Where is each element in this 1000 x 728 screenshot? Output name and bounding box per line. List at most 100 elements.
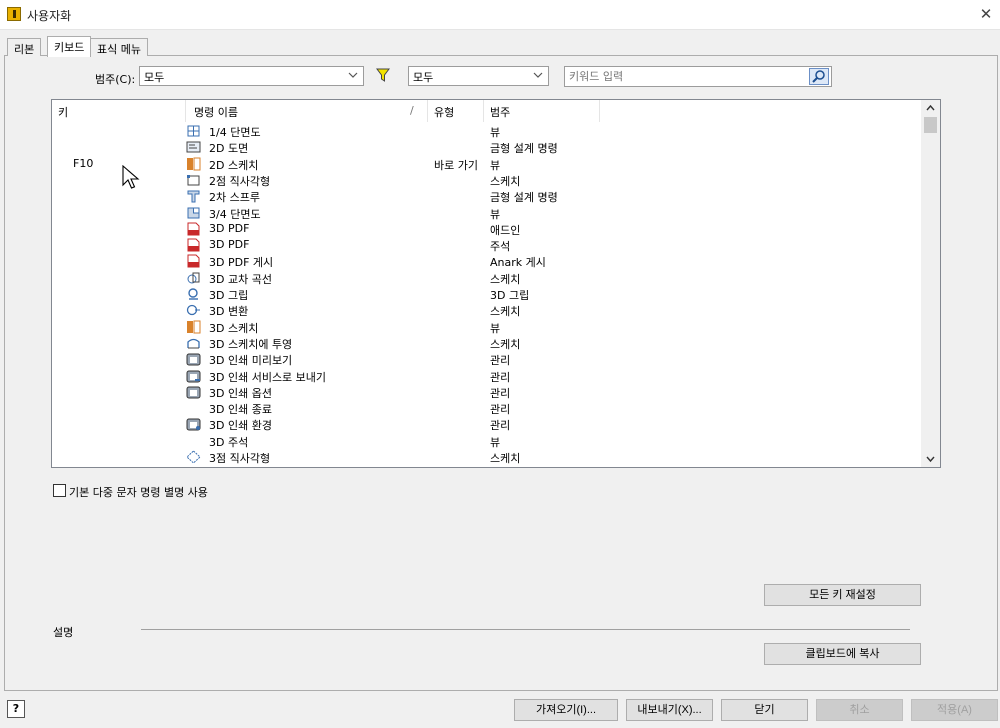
row-type: 바로 가기 [434,158,478,172]
row-command: 3D PDF 게시 [209,256,274,270]
3d-print-options-icon [186,386,201,399]
3d-sketch-icon [187,320,201,334]
table-row[interactable]: 1/4 단면도 뷰 [52,123,922,139]
row-category: 애드인 [490,223,521,237]
help-icon[interactable]: ? [7,700,25,718]
search-icon [812,70,825,83]
row-command: 3D PDF [209,238,250,252]
table-row[interactable]: 3D 교차 곡선 스케치 [52,270,922,286]
table-row[interactable]: 3D 인쇄 서비스로 보내기 관리 [52,368,922,384]
table-row[interactable]: 3D 스케치 뷰 [52,319,922,335]
multi-char-alias-checkbox[interactable] [53,484,66,497]
secondary-sprue-icon [187,190,200,203]
table-row[interactable]: 3D 인쇄 미리보기 관리 [52,351,922,367]
row-command: 3D 인쇄 종료 [209,403,272,417]
table-row[interactable]: F10 2D 스케치 바로 가기 뷰 [52,156,922,172]
description-divider [141,629,910,630]
row-command: 3D 주석 [209,435,249,449]
copy-to-clipboard-button[interactable]: 클립보드에 복사 [764,643,921,665]
3d-print-env-icon [186,418,201,431]
row-command: 2D 도면 [209,142,249,156]
3d-transform-icon [186,305,200,316]
row-category: 뷰 [490,321,501,335]
scroll-up-icon[interactable] [925,103,936,112]
table-row[interactable]: 2차 스프루 금형 설계 명령 [52,188,922,204]
table-row[interactable]: 3D 인쇄 옵션 관리 [52,384,922,400]
category-select[interactable]: 모두 [139,66,364,86]
row-category: 3D 그립 [490,289,530,302]
scroll-down-icon[interactable] [925,455,936,464]
row-command: 3D 스케치에 투영 [209,337,293,351]
tab-keyboard[interactable]: 키보드 [47,36,92,57]
row-command: 3/4 단면도 [209,207,261,221]
column-header-type[interactable]: 유형 [428,100,484,122]
table-row[interactable]: 3점 직사각형 스케치 [52,449,922,465]
export-button[interactable]: 내보내기(X)... [626,699,713,721]
search-input[interactable] [567,69,803,84]
row-command: 2점 직사각형 [209,174,271,188]
intersection-curve-icon [187,272,200,284]
pdf-icon [187,222,200,236]
import-button[interactable]: 가져오기(I)... [514,699,618,721]
search-button[interactable] [809,68,829,85]
row-category: Anark 게시 [490,256,546,270]
tab-marking-menu[interactable]: 표식 메뉴 [90,38,148,56]
table-row[interactable]: 3D 그립 3D 그립 [52,286,922,302]
table-row[interactable]: 2D 도면 금형 설계 명령 [52,139,922,155]
multi-char-alias-label: 기본 다중 문자 명령 별명 사용 [69,486,208,499]
mouse-cursor-icon [122,165,140,189]
vertical-scrollbar[interactable] [921,100,940,467]
row-command: 3D 스케치 [209,321,259,335]
table-row[interactable]: 3D 스케치에 투영 스케치 [52,335,922,351]
row-command: 3D 인쇄 서비스로 보내기 [209,370,327,384]
close-icon[interactable]: ✕ [976,4,996,24]
table-row[interactable]: 3D PDF 주석 [52,237,922,253]
apply-button[interactable]: 적용(A) [911,699,998,721]
table-row[interactable]: 3/4 단면도 뷰 [52,205,922,221]
row-command: 3D 그립 [209,289,249,302]
row-category: 스케치 [490,305,521,319]
row-category: 스케치 [490,174,521,188]
table-row[interactable]: 3D 인쇄 종료 관리 [52,400,922,416]
title-bar [0,0,1000,30]
row-category: 스케치 [490,452,521,465]
3d-print-send-icon [186,370,201,382]
column-header-command[interactable]: 명령 이름 [186,100,428,122]
row-category: 관리 [490,370,511,384]
column-header-category[interactable]: 범주 [484,100,600,122]
table-row[interactable]: 3D PDF 애드인 [52,221,922,237]
window-title: 사용자화 [27,9,72,23]
scrollbar-thumb[interactable] [924,117,937,133]
row-category: 주석 [490,240,511,254]
description-label: 설명 [53,626,74,639]
cancel-button[interactable]: 취소 [816,699,903,721]
table-row[interactable]: 2점 직사각형 스케치 [52,172,922,188]
row-category: 뷰 [490,207,501,221]
row-category: 금형 설계 명령 [490,191,558,205]
type-filter-value: 모두 [413,71,434,84]
close-button[interactable]: 닫기 [721,699,808,721]
pdf-icon [187,238,200,252]
row-category: 스케치 [490,272,521,286]
row-command: 2차 스프루 [209,191,260,205]
3d-grip-icon [188,288,198,300]
project-to-3d-sketch-icon [187,338,200,349]
command-list[interactable]: 키 명령 이름 / 유형 범주 1/4 단면도 뷰 2D 도면 금형 설계 명령 F10… [51,99,941,468]
row-command: 1/4 단면도 [209,126,261,139]
search-box [564,66,832,87]
2d-sketch-icon [187,157,201,171]
category-label: 범주(C): [95,73,136,86]
table-row[interactable]: 3D 인쇄 환경 관리 [52,416,922,432]
type-filter-select[interactable]: 모두 [408,66,549,86]
table-row[interactable]: 3D 주석 뷰 [52,433,922,449]
reset-all-keys-button[interactable]: 모든 키 재설정 [764,584,921,606]
table-row[interactable]: 3D PDF 게시 Anark 게시 [52,253,922,269]
two-point-rectangle-icon [187,174,200,186]
filter-icon[interactable] [376,68,390,82]
row-category: 관리 [490,354,511,368]
row-category: 관리 [490,419,511,433]
row-command: 3점 직사각형 [209,452,271,465]
column-header-key[interactable]: 키 [52,100,186,122]
table-row[interactable]: 3D 변환 스케치 [52,302,922,318]
tab-ribbon[interactable]: 리본 [7,38,42,56]
